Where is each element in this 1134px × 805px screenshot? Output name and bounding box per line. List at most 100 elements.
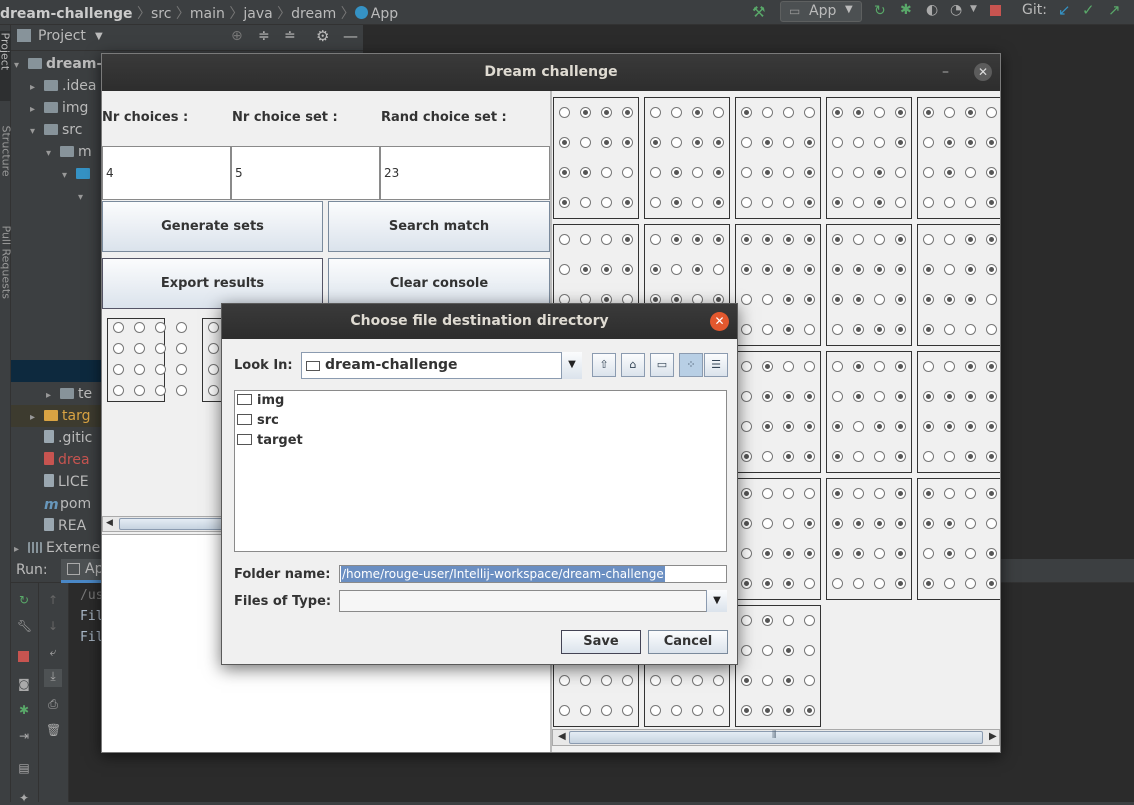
generate-sets-button[interactable]: Generate sets bbox=[102, 201, 323, 252]
list-view-icon[interactable]: ⁘ bbox=[679, 353, 703, 377]
choice-radio[interactable] bbox=[783, 578, 794, 589]
choice-radio[interactable] bbox=[783, 705, 794, 716]
choice-radio[interactable] bbox=[874, 167, 885, 178]
choice-radio[interactable] bbox=[208, 364, 219, 375]
choice-radio[interactable] bbox=[804, 578, 815, 589]
choice-radio[interactable] bbox=[804, 675, 815, 686]
tree-item[interactable]: LICE bbox=[30, 471, 89, 493]
choice-radio[interactable] bbox=[134, 343, 145, 354]
up-arrow-icon[interactable]: ↑ bbox=[46, 593, 60, 607]
choice-radio[interactable] bbox=[832, 421, 843, 432]
choice-radio[interactable] bbox=[155, 322, 166, 333]
choice-radio[interactable] bbox=[853, 197, 864, 208]
chevron-down-icon[interactable]: ▼ bbox=[561, 352, 582, 379]
choice-radio[interactable] bbox=[671, 137, 682, 148]
choice-radio[interactable] bbox=[762, 197, 773, 208]
choice-radio[interactable] bbox=[783, 645, 794, 656]
choice-radio[interactable] bbox=[965, 391, 976, 402]
choice-radio[interactable] bbox=[853, 361, 864, 372]
choice-radio[interactable] bbox=[986, 294, 997, 305]
choice-radio[interactable] bbox=[783, 137, 794, 148]
choice-radio[interactable] bbox=[874, 107, 885, 118]
project-title[interactable]: Project bbox=[38, 28, 86, 44]
choice-radio[interactable] bbox=[713, 264, 724, 275]
choice-radio[interactable] bbox=[713, 137, 724, 148]
choice-radio[interactable] bbox=[986, 107, 997, 118]
choice-radio[interactable] bbox=[804, 615, 815, 626]
choice-radio[interactable] bbox=[965, 294, 976, 305]
choice-radio[interactable] bbox=[176, 343, 187, 354]
choice-radio[interactable] bbox=[923, 197, 934, 208]
choice-radio[interactable] bbox=[986, 264, 997, 275]
choice-radio[interactable] bbox=[804, 421, 815, 432]
choice-radio[interactable] bbox=[783, 361, 794, 372]
choice-radio[interactable] bbox=[650, 137, 661, 148]
choice-radio[interactable] bbox=[895, 137, 906, 148]
choice-radio[interactable] bbox=[895, 421, 906, 432]
choice-radio[interactable] bbox=[832, 324, 843, 335]
choice-radio[interactable] bbox=[741, 488, 752, 499]
choice-radio[interactable] bbox=[853, 391, 864, 402]
nr-choices-input[interactable]: 4 bbox=[102, 146, 231, 200]
choice-radio[interactable] bbox=[762, 615, 773, 626]
choice-radio[interactable] bbox=[895, 167, 906, 178]
choice-radio[interactable] bbox=[783, 615, 794, 626]
choice-radio[interactable] bbox=[895, 361, 906, 372]
choice-radio[interactable] bbox=[923, 391, 934, 402]
breadcrumb-project[interactable]: dream-challenge bbox=[0, 6, 133, 22]
chevron-down-icon[interactable]: ▼ bbox=[970, 4, 977, 14]
choice-radio[interactable] bbox=[601, 197, 612, 208]
exit-icon[interactable]: ⇥ bbox=[17, 729, 31, 743]
gear-icon[interactable]: ⚙ bbox=[316, 27, 329, 45]
choice-radio[interactable] bbox=[741, 264, 752, 275]
stop-icon[interactable] bbox=[18, 651, 29, 662]
tree-item[interactable]: ▾ bbox=[62, 163, 94, 185]
chevron-right-icon[interactable]: ▸ bbox=[46, 385, 60, 407]
choice-radio[interactable] bbox=[986, 361, 997, 372]
breadcrumb-src[interactable]: src bbox=[151, 6, 171, 22]
choice-radio[interactable] bbox=[874, 421, 885, 432]
choice-radio[interactable] bbox=[986, 548, 997, 559]
choice-radio[interactable] bbox=[559, 264, 570, 275]
list-item[interactable]: src bbox=[237, 413, 279, 428]
choice-radio[interactable] bbox=[741, 615, 752, 626]
nr-choice-set-input[interactable]: 5 bbox=[231, 146, 380, 200]
chevron-right-icon[interactable]: ▸ bbox=[30, 77, 44, 99]
horizontal-scrollbar[interactable]: ◀ bbox=[102, 516, 223, 532]
profile-icon[interactable]: ◔ bbox=[950, 2, 962, 18]
scroll-to-end-icon[interactable]: ⤓ bbox=[44, 669, 62, 687]
choice-radio[interactable] bbox=[762, 107, 773, 118]
choice-radio[interactable] bbox=[965, 361, 976, 372]
choice-radio[interactable] bbox=[986, 578, 997, 589]
layout-icon[interactable]: ▤ bbox=[17, 761, 31, 775]
choice-radio[interactable] bbox=[713, 234, 724, 245]
choice-radio[interactable] bbox=[965, 518, 976, 529]
choice-radio[interactable] bbox=[965, 578, 976, 589]
choice-radio[interactable] bbox=[622, 675, 633, 686]
choice-radio[interactable] bbox=[804, 107, 815, 118]
choice-radio[interactable] bbox=[804, 324, 815, 335]
choice-radio[interactable] bbox=[965, 324, 976, 335]
choice-radio[interactable] bbox=[580, 264, 591, 275]
choice-radio[interactable] bbox=[923, 167, 934, 178]
choice-radio[interactable] bbox=[622, 234, 633, 245]
choice-radio[interactable] bbox=[741, 167, 752, 178]
choice-radio[interactable] bbox=[832, 548, 843, 559]
choice-radio[interactable] bbox=[580, 107, 591, 118]
breadcrumb-java[interactable]: java bbox=[243, 6, 272, 22]
new-folder-icon[interactable]: ▭ bbox=[650, 353, 674, 377]
choice-radio[interactable] bbox=[965, 421, 976, 432]
choice-radio[interactable] bbox=[134, 322, 145, 333]
choice-radio[interactable] bbox=[208, 322, 219, 333]
choice-radio[interactable] bbox=[713, 107, 724, 118]
choice-radio[interactable] bbox=[832, 518, 843, 529]
choice-radio[interactable] bbox=[874, 324, 885, 335]
choice-radio[interactable] bbox=[965, 548, 976, 559]
choice-radio[interactable] bbox=[741, 391, 752, 402]
choice-radio[interactable] bbox=[874, 578, 885, 589]
choice-radio[interactable] bbox=[874, 518, 885, 529]
choice-radio[interactable] bbox=[944, 361, 955, 372]
choice-radio[interactable] bbox=[671, 264, 682, 275]
tree-item[interactable]: ▸ img bbox=[30, 97, 88, 119]
chevron-down-icon[interactable]: ▾ bbox=[78, 187, 92, 209]
